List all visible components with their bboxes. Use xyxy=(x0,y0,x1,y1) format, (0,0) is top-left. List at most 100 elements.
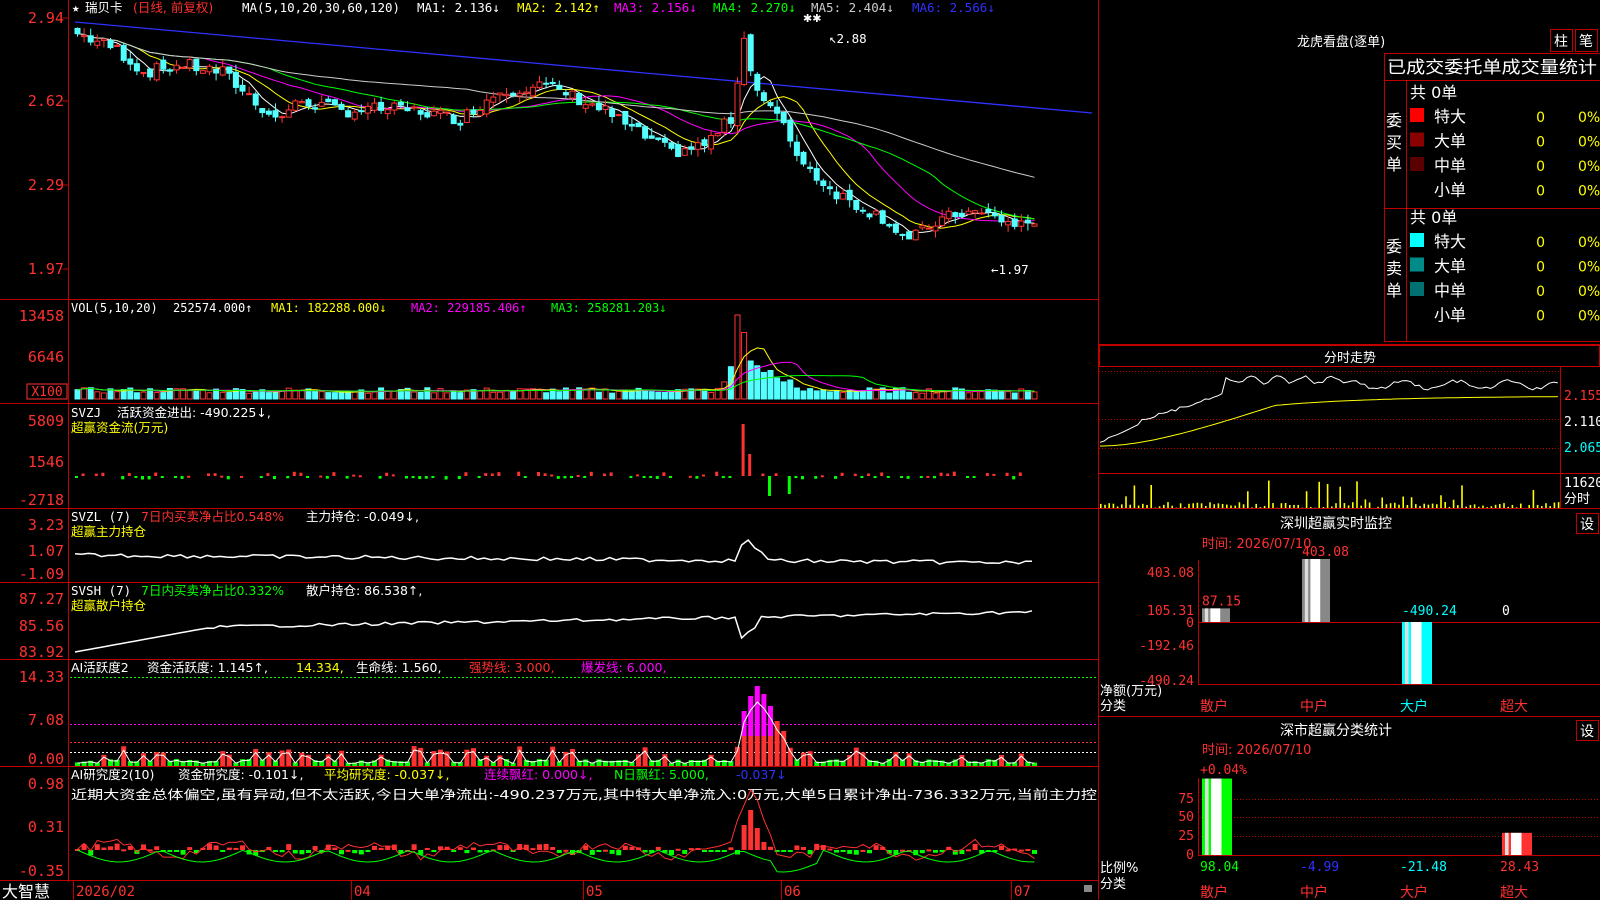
candle-body xyxy=(642,126,649,139)
candle-body xyxy=(133,63,140,72)
volume-bar xyxy=(364,392,371,400)
minute-vol-bar xyxy=(1385,504,1388,508)
volume-panel[interactable]: VOL(5,10,20) 252574.000↑ MA1: 182288.000… xyxy=(19,301,1038,400)
candle-body xyxy=(767,102,774,107)
svsh-y-label-high: 87.27 xyxy=(19,590,64,608)
research-bar xyxy=(675,848,681,851)
volume-bar xyxy=(1024,389,1031,400)
minute-vol-label: 分时 xyxy=(1564,492,1590,507)
minute-vol-bar xyxy=(1150,484,1152,508)
research-bar xyxy=(226,847,232,850)
volume-bar xyxy=(87,387,94,400)
ai-bar xyxy=(642,747,648,766)
research-item-2: 连续飘红: 0.000↓, xyxy=(484,767,592,782)
svsh-title: SVSH (7) xyxy=(71,583,131,598)
sz-bars: 87.15 403.08 -490.24 0 xyxy=(1202,545,1510,684)
candle-body xyxy=(232,71,239,88)
lock-icon[interactable] xyxy=(1084,885,1092,892)
candle-body xyxy=(193,58,200,72)
minute-vol-bar xyxy=(1146,504,1148,508)
candle-body xyxy=(107,40,114,49)
research-panel[interactable]: AI研究度2(10) 资金研究度: -0.101↓, 平均研究度: -0.037… xyxy=(19,767,1098,880)
candle-body xyxy=(734,82,741,127)
svzj-bar xyxy=(385,472,389,476)
svzj-bar xyxy=(814,476,818,479)
research-bar xyxy=(530,848,536,851)
research-bar xyxy=(609,850,615,854)
fl-values: 98.04 -4.99 -21.48 28.43 xyxy=(1200,860,1539,875)
volume-bar xyxy=(444,392,451,400)
research-bar xyxy=(213,845,219,850)
minute-vol-bar xyxy=(1452,499,1455,508)
ai-bar-burst xyxy=(754,686,760,736)
candle-body xyxy=(351,111,358,120)
svzj-bar xyxy=(774,473,778,476)
vol-y-label-high: 13458 xyxy=(19,307,64,325)
sz-cat-0: 散户 xyxy=(1200,698,1228,715)
research-bar xyxy=(471,847,476,850)
volume-bar xyxy=(351,391,358,400)
svzj-bar xyxy=(906,476,910,479)
svzj-bar xyxy=(358,475,362,478)
candle-body xyxy=(906,231,913,240)
candle-body xyxy=(160,59,167,70)
ai-bar xyxy=(893,751,899,766)
svzj-panel[interactable]: SVZJ 活跃资金进出: -490.225↓, 超赢资金流(万元) 5809 1… xyxy=(19,405,1022,509)
candle-body xyxy=(523,91,530,94)
candle-body xyxy=(688,146,695,150)
fl-settings-button[interactable]: 设 xyxy=(1576,720,1599,741)
zhu-button[interactable]: 柱 xyxy=(1550,29,1573,52)
research-y-axis: 0.98 0.31 -0.35 xyxy=(19,775,64,880)
moving-average-lines xyxy=(74,21,1093,233)
svsh-y-label-low: 83.92 xyxy=(19,643,64,661)
vol-value: 252574.000↑ xyxy=(173,301,252,315)
svzj-bar xyxy=(101,472,105,476)
candle-body xyxy=(450,114,457,125)
volume-bar xyxy=(595,391,602,400)
volume-bar xyxy=(932,392,939,400)
svzl-panel[interactable]: SVZL (7) 7日内买卖净占比0.548% 主力持仓: -0.049↓, 超… xyxy=(19,509,1032,583)
research-bar xyxy=(781,850,787,852)
svzj-bar xyxy=(794,476,798,479)
ai-item-3: 强势线: 3.000, xyxy=(469,660,554,675)
buy-row-name-2: 中单 xyxy=(1434,156,1466,175)
ai-item-4: 爆发线: 6.000, xyxy=(581,660,666,675)
minute-vol-bar xyxy=(1549,506,1551,508)
buy-row-swatch-2 xyxy=(1410,157,1424,171)
ai-bar-burst xyxy=(761,694,767,736)
volume-bar xyxy=(648,391,655,400)
ai-bar xyxy=(754,736,760,766)
buy-row-name-3: 小单 xyxy=(1434,181,1466,200)
research-bar xyxy=(154,846,160,850)
vol-ma1: MA1: 182288.000↓ xyxy=(271,301,387,315)
date-ticks xyxy=(73,881,1012,900)
volume-bar xyxy=(708,392,715,400)
volume-bar xyxy=(384,390,391,400)
volume-bar xyxy=(556,391,563,400)
right-panel: 龙虎看盘(逐单) 柱 笔 已成交委托单成交量统计 委 买 单 委 卖 单 共 0… xyxy=(1099,29,1600,900)
sz-bar-2 xyxy=(1402,622,1432,684)
svzj-bar xyxy=(939,472,943,476)
candle-body xyxy=(846,189,853,201)
ai-bar xyxy=(279,750,285,766)
sz-settings-button[interactable]: 设 xyxy=(1576,513,1599,534)
minute-vol-bar xyxy=(1377,506,1379,508)
volume-bar xyxy=(912,392,919,400)
candle-body xyxy=(589,103,596,106)
volume-bar xyxy=(298,389,305,400)
svzj-bar xyxy=(141,476,144,480)
research-bar xyxy=(240,845,245,850)
svsh-panel[interactable]: SVSH (7) 7日内买卖净占比0.332% 散户持仓: 86.538↑, 超… xyxy=(19,583,1033,661)
candle-body xyxy=(536,81,543,89)
buy-row-pct-2: 0% xyxy=(1578,159,1600,175)
minute-vol-bar xyxy=(1478,506,1480,508)
ai-activity-panel[interactable]: AI活跃度2 资金活跃度: 1.145↑, 14.334, 生命线: 1.560… xyxy=(19,660,1098,768)
svzj-bar xyxy=(266,473,270,476)
fl-cat-2: 大户 xyxy=(1400,884,1428,900)
bi-button[interactable]: 笔 xyxy=(1575,29,1598,52)
price-panel[interactable]: ★ 瑞贝卡 (日线, 前复权) MA(5,10,20,30,60,120) MA… xyxy=(28,0,1093,278)
volume-bar xyxy=(998,390,1005,400)
minute-vol-bar xyxy=(1284,502,1287,508)
sz-cat-1: 中户 xyxy=(1300,698,1328,715)
svzj-bar xyxy=(497,472,501,476)
